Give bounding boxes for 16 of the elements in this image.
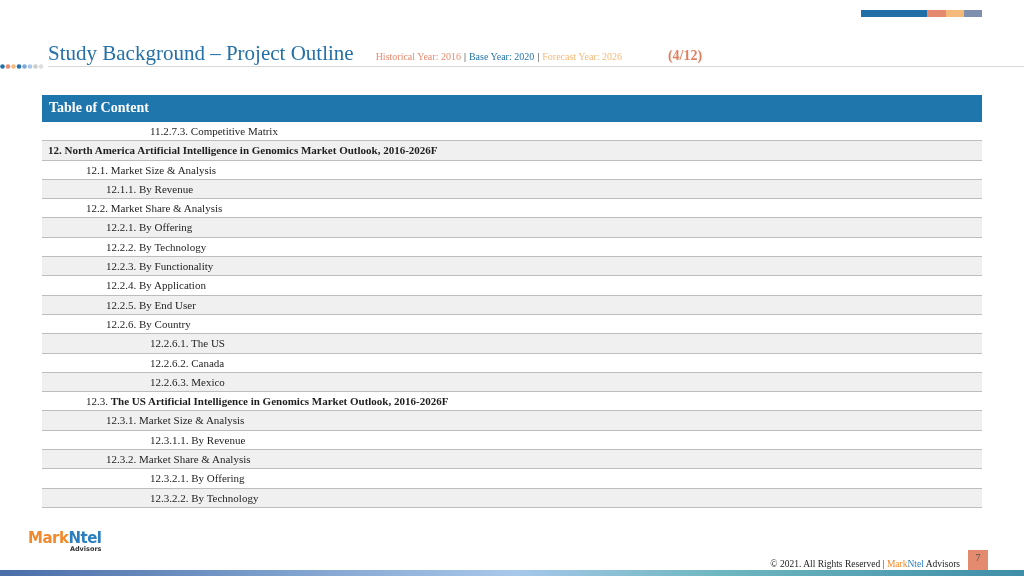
toc-row: 12.2.1. By Offering: [42, 218, 982, 238]
toc-row: 12. North America Artificial Intelligence in Genomics Market Outlook, 2016-2026F: [42, 141, 982, 161]
toc-row: 12.2.6.1. The US: [42, 334, 982, 354]
toc-row: 12.3.2.2. By Technology: [42, 488, 982, 508]
toc-row: 12.3.1. Market Size & Analysis: [42, 411, 982, 431]
toc-row: 12.2.5. By End User: [42, 295, 982, 315]
year-info: Historical Year: 2016 | Base Year: 2020 | Forecast Year: 2026: [375, 51, 622, 62]
page-number: 7: [968, 550, 988, 570]
page-count: (4/12): [667, 48, 703, 64]
table-header: Table of Content: [42, 95, 982, 122]
toc-row: 12.2.3. By Functionality: [42, 257, 982, 277]
toc-row: 12.3.2. Market Share & Analysis: [42, 450, 982, 470]
slide-title: Study Background – Project Outline: [48, 41, 354, 66]
toc-row: 12.1.1. By Revenue: [42, 179, 982, 200]
copyright-text: © 2021. All Rights Reserved | MarkNtel Advisors: [770, 559, 960, 569]
toc-row: 12.2.6.3. Mexico: [42, 372, 982, 393]
